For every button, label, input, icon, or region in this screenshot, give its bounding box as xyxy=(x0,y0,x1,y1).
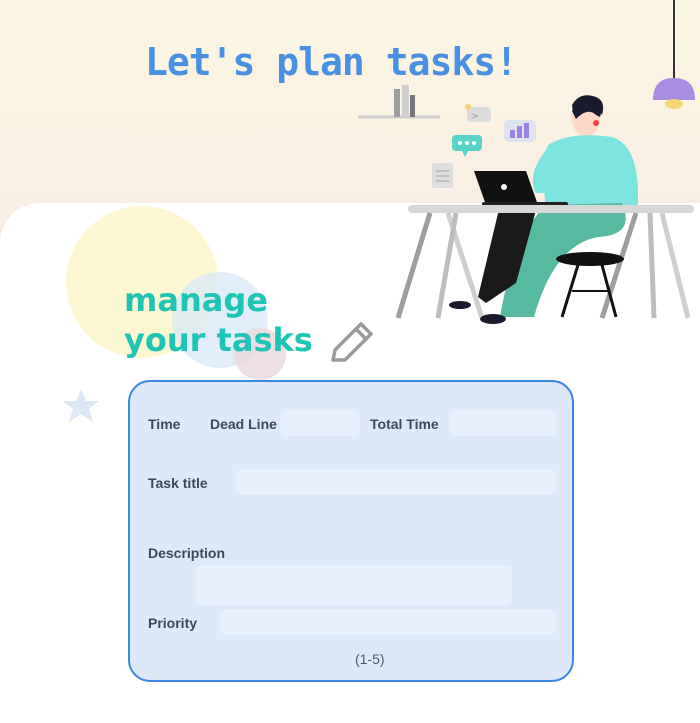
description-textarea[interactable] xyxy=(196,565,512,605)
priority-label: Priority xyxy=(148,615,198,631)
deadline-label: Dead Line xyxy=(210,416,277,432)
pencil-icon[interactable] xyxy=(329,320,375,364)
heading-line-1: manage xyxy=(124,281,268,319)
description-label: Description xyxy=(148,545,226,561)
deadline-input[interactable] xyxy=(280,410,360,436)
total-time-label: Total Time xyxy=(370,416,439,432)
total-time-input[interactable] xyxy=(450,410,556,436)
page-title: Let's plan tasks! xyxy=(145,40,518,84)
time-label: Time xyxy=(148,416,181,432)
heading-line-2: your tasks xyxy=(124,321,313,359)
task-title-input[interactable] xyxy=(236,469,556,495)
svg-text:>: > xyxy=(472,111,478,122)
section-heading: manage your tasks xyxy=(124,280,313,360)
priority-range-hint: (1-5) xyxy=(355,651,385,667)
task-title-label: Task title xyxy=(148,475,208,491)
star-icon xyxy=(63,389,99,422)
priority-input[interactable] xyxy=(220,609,556,635)
task-form: Time Dead Line Total Time Task title Des… xyxy=(128,380,574,682)
person-at-desk-illustration: > xyxy=(358,85,694,324)
